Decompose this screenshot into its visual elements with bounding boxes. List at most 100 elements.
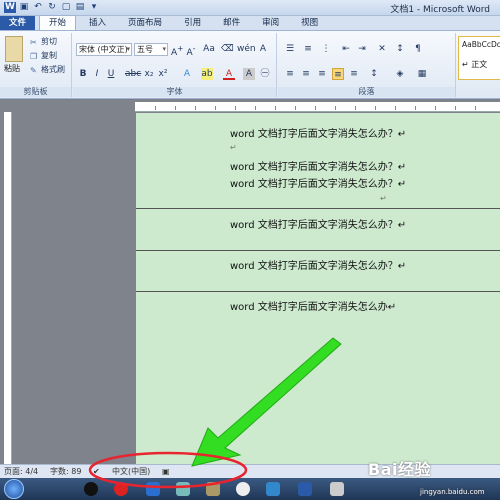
- char-shading-icon[interactable]: A: [243, 68, 255, 80]
- asian-layout-icon[interactable]: ✕: [376, 43, 388, 55]
- font-name-value: 宋体 (中文正): [79, 45, 128, 54]
- distributed-icon[interactable]: ≡: [348, 68, 360, 80]
- browser-icon[interactable]: [236, 482, 250, 496]
- macro-record-icon[interactable]: ▣: [162, 465, 170, 478]
- word-count[interactable]: 字数: 89: [50, 465, 81, 478]
- paragraph-group: ☰ ≡ ⋮ ⇤ ⇥ ✕ ↕ ¶ ≡ ≡ ≡ ≡ ≡ ↕ ◈ ▦ 段落: [278, 33, 456, 97]
- align-center-icon[interactable]: ≡: [300, 68, 312, 80]
- bullets-icon[interactable]: ☰: [284, 43, 296, 55]
- borders-icon[interactable]: ▦: [416, 68, 428, 80]
- format-painter-button[interactable]: ✎ 格式刷: [30, 64, 65, 76]
- bold-icon[interactable]: B: [77, 68, 89, 80]
- style-normal[interactable]: AaBbCcDc ↵ 正文: [458, 36, 500, 80]
- start-button[interactable]: [4, 479, 24, 499]
- clear-formatting-icon[interactable]: ⌫: [221, 43, 234, 55]
- shrink-font-icon[interactable]: A-: [185, 43, 197, 58]
- ribbon: 粘贴 ✂ 剪切 ❐ 复制 ✎ 格式刷 剪贴板 宋体 (中文正) ▾ 五号 ▾ A+ …: [0, 31, 500, 99]
- page-break: [136, 250, 500, 251]
- sort-icon[interactable]: ↕: [394, 43, 406, 55]
- char-border-icon[interactable]: A: [257, 43, 269, 55]
- proofing-icon[interactable]: ✔: [93, 465, 100, 478]
- brush-icon: ✎: [30, 65, 37, 75]
- scissors-icon: ✂: [30, 37, 37, 47]
- font-name-select[interactable]: 宋体 (中文正) ▾: [76, 43, 132, 56]
- font-size-value: 五号: [137, 45, 153, 54]
- app-icon[interactable]: [146, 482, 160, 496]
- app-icon[interactable]: [176, 482, 190, 496]
- font-size-select[interactable]: 五号 ▾: [134, 43, 168, 56]
- align-left-icon[interactable]: ≡: [284, 68, 296, 80]
- paragraph-group-label: 段落: [278, 87, 455, 97]
- tab-review[interactable]: 审阅: [253, 16, 288, 30]
- highlight-icon[interactable]: ab: [201, 68, 213, 80]
- subscript-icon[interactable]: x₂: [143, 68, 155, 80]
- underline-icon[interactable]: U: [105, 68, 117, 80]
- copy-label: 复制: [41, 51, 57, 60]
- grow-font-icon[interactable]: A+: [171, 43, 183, 58]
- paste-button[interactable]: [5, 36, 23, 62]
- font-group: 宋体 (中文正) ▾ 五号 ▾ A+ A- Aa ⌫ wén A B I U abc…: [73, 33, 277, 97]
- change-case-icon[interactable]: Aa: [203, 43, 215, 55]
- app-icon[interactable]: [114, 482, 128, 496]
- app-icon[interactable]: [206, 482, 220, 496]
- chevron-down-icon: ▾: [126, 45, 130, 53]
- text-effects-icon[interactable]: A: [181, 68, 193, 80]
- multilevel-list-icon[interactable]: ⋮: [320, 43, 332, 55]
- copy-icon: ❐: [30, 51, 38, 61]
- window-title: 文档1 - Microsoft Word: [390, 5, 490, 15]
- tab-view[interactable]: 视图: [292, 16, 327, 30]
- increase-indent-icon[interactable]: ⇥: [356, 43, 368, 55]
- clipboard-group-label: 剪贴板: [0, 87, 71, 97]
- cut-button[interactable]: ✂ 剪切: [30, 36, 57, 48]
- font-color-icon[interactable]: A: [223, 68, 235, 80]
- italic-icon[interactable]: I: [91, 68, 103, 80]
- title-bar: W ▣ ↶ ↻ ▢ ▤ ▾ 文档1 - Microsoft Word: [0, 0, 500, 16]
- tab-references[interactable]: 引用: [175, 16, 210, 30]
- chevron-down-icon: ▾: [162, 45, 166, 53]
- document-line[interactable]: word 文档打字后面文字消失怎么办？↵: [230, 257, 406, 272]
- show-marks-icon[interactable]: ¶: [412, 43, 424, 55]
- decrease-indent-icon[interactable]: ⇤: [340, 43, 352, 55]
- enclose-char-icon[interactable]: ㊀: [259, 68, 271, 80]
- watermark-url: jingyan.baidu.com: [420, 488, 485, 496]
- tab-mailings[interactable]: 邮件: [214, 16, 249, 30]
- page-break: [136, 208, 500, 209]
- paste-label: 粘贴: [4, 64, 20, 73]
- phonetic-guide-icon[interactable]: wén: [237, 43, 256, 55]
- qq-icon[interactable]: [84, 482, 98, 496]
- page-count[interactable]: 页面: 4/4: [4, 465, 38, 478]
- style-name: ↵ 正文: [462, 60, 488, 69]
- line-spacing-icon[interactable]: ↕: [368, 68, 380, 80]
- document-line[interactable]: word 文档打字后面文字消失怎么办？↵: [230, 125, 406, 140]
- shading-icon[interactable]: ◈: [394, 68, 406, 80]
- vertical-ruler[interactable]: [4, 112, 12, 464]
- horizontal-ruler[interactable]: [135, 102, 500, 112]
- watermark-brand: Bai经验: [368, 460, 431, 479]
- align-right-icon[interactable]: ≡: [316, 68, 328, 80]
- document-line[interactable]: word 文档打字后面文字消失怎么办？↵: [230, 216, 406, 231]
- clipboard-group: 粘贴 ✂ 剪切 ❐ 复制 ✎ 格式刷 剪贴板: [0, 33, 72, 97]
- language-indicator[interactable]: 中文(中国): [112, 465, 150, 478]
- cut-label: 剪切: [41, 37, 57, 46]
- page-break: [136, 291, 500, 292]
- word-taskbar-icon[interactable]: [298, 482, 312, 496]
- tab-insert[interactable]: 插入: [80, 16, 115, 30]
- font-group-label: 字体: [73, 87, 276, 97]
- app-icon[interactable]: [266, 482, 280, 496]
- strikethrough-icon[interactable]: abc: [125, 68, 141, 80]
- tab-file[interactable]: 文件: [0, 16, 36, 30]
- tab-home[interactable]: 开始: [39, 15, 77, 30]
- document-line[interactable]: word 文档打字后面文字消失怎么办？↵: [230, 158, 406, 173]
- copy-button[interactable]: ❐ 复制: [30, 50, 57, 62]
- paragraph-mark: ↵: [380, 194, 387, 203]
- paragraph-mark: ↵: [230, 143, 237, 152]
- app-icon[interactable]: [330, 482, 344, 496]
- ribbon-tabs: 文件 开始 插入 页面布局 引用 邮件 审阅 视图: [0, 15, 500, 31]
- superscript-icon[interactable]: x²: [157, 68, 169, 80]
- justify-icon[interactable]: ≡: [332, 68, 344, 80]
- format-painter-label: 格式刷: [41, 65, 65, 74]
- numbering-icon[interactable]: ≡: [302, 43, 314, 55]
- document-line[interactable]: word 文档打字后面文字消失怎么办↵: [230, 298, 396, 313]
- tab-page-layout[interactable]: 页面布局: [119, 16, 171, 30]
- document-line[interactable]: word 文档打字后面文字消失怎么办？↵: [230, 175, 406, 190]
